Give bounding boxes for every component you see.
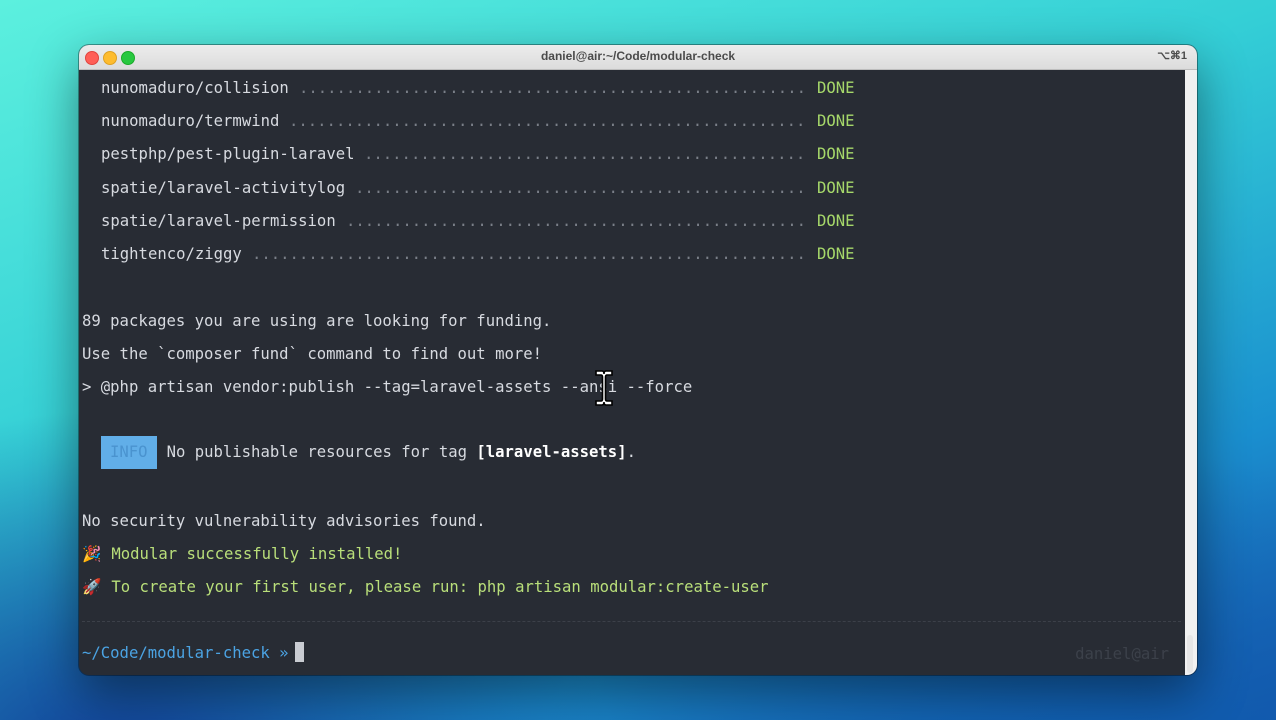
- rocket-icon: 🚀: [82, 578, 102, 596]
- create-user-line: 🚀 To create your first user, please run:…: [82, 576, 769, 598]
- dot-leader: ........................................…: [355, 179, 805, 197]
- package-name: spatie/laravel-permission: [101, 212, 336, 230]
- window-title: daniel@air:~/Code/modular-check: [540, 49, 736, 63]
- prompt-symbol: »: [279, 644, 289, 662]
- right-prompt: daniel@air: [1075, 645, 1169, 663]
- package-status: DONE: [817, 112, 855, 130]
- info-suffix: .: [626, 443, 636, 461]
- package-name: nunomaduro/collision: [101, 79, 289, 97]
- info-line: INFO No publishable resources for tag [la…: [101, 435, 636, 469]
- dot-leader: ........................................…: [364, 145, 805, 163]
- create-user-text: To create your first user, please run: p…: [111, 578, 769, 596]
- dot-leader: ........................................…: [299, 79, 805, 97]
- security-line: No security vulnerability advisories fou…: [82, 512, 486, 530]
- info-badge: INFO: [101, 436, 157, 469]
- package-name: spatie/laravel-activitylog: [101, 179, 346, 197]
- terminal-output[interactable]: nunomaduro/collision....................…: [79, 70, 1197, 675]
- info-prefix: No publishable resources for tag: [166, 443, 477, 461]
- package-status: DONE: [817, 212, 855, 230]
- fund-hint: Use the `composer fund` command to find …: [82, 345, 543, 363]
- terminal-window: daniel@air:~/Code/modular-check ⌥⌘1 nuno…: [79, 45, 1197, 675]
- package-name: tightenco/ziggy: [101, 245, 242, 263]
- package-status: DONE: [817, 145, 855, 163]
- text-cursor: [294, 642, 304, 662]
- success-text: Modular successfully installed!: [111, 545, 403, 563]
- party-popper-icon: 🎉: [82, 545, 102, 563]
- package-line: nunomaduro/collision....................…: [101, 77, 861, 99]
- package-name: pestphp/pest-plugin-laravel: [101, 145, 355, 163]
- dot-leader: ........................................…: [289, 112, 805, 130]
- package-line: spatie/laravel-activitylog..............…: [101, 177, 861, 199]
- package-name: nunomaduro/termwind: [101, 112, 280, 130]
- package-status: DONE: [817, 245, 855, 263]
- shell-prompt[interactable]: ~/Code/modular-check »: [82, 642, 304, 664]
- success-line: 🎉 Modular successfully installed!: [82, 543, 402, 565]
- funding-line: 89 packages you are using are looking fo…: [82, 312, 552, 330]
- package-status: DONE: [817, 79, 855, 97]
- package-line: tightenco/ziggy.........................…: [101, 243, 861, 265]
- package-status: DONE: [817, 179, 855, 197]
- dot-leader: ........................................…: [252, 245, 805, 263]
- title-bar: daniel@air:~/Code/modular-check ⌥⌘1: [79, 45, 1197, 70]
- prompt-path: ~/Code/modular-check: [82, 644, 270, 662]
- dot-leader: ........................................…: [346, 212, 805, 230]
- package-line: spatie/laravel-permission...............…: [101, 210, 861, 232]
- scrollbar-thumb[interactable]: [1187, 635, 1193, 673]
- package-line: pestphp/pest-plugin-laravel.............…: [101, 143, 861, 165]
- scrollbar-track[interactable]: [1185, 70, 1197, 675]
- tab-shortcut: ⌥⌘1: [1157, 50, 1187, 62]
- prompt-separator: [82, 621, 1181, 622]
- package-line: nunomaduro/termwind.....................…: [101, 110, 861, 132]
- info-tag: [laravel-assets]: [476, 443, 627, 461]
- ibeam-cursor-icon: [595, 370, 613, 406]
